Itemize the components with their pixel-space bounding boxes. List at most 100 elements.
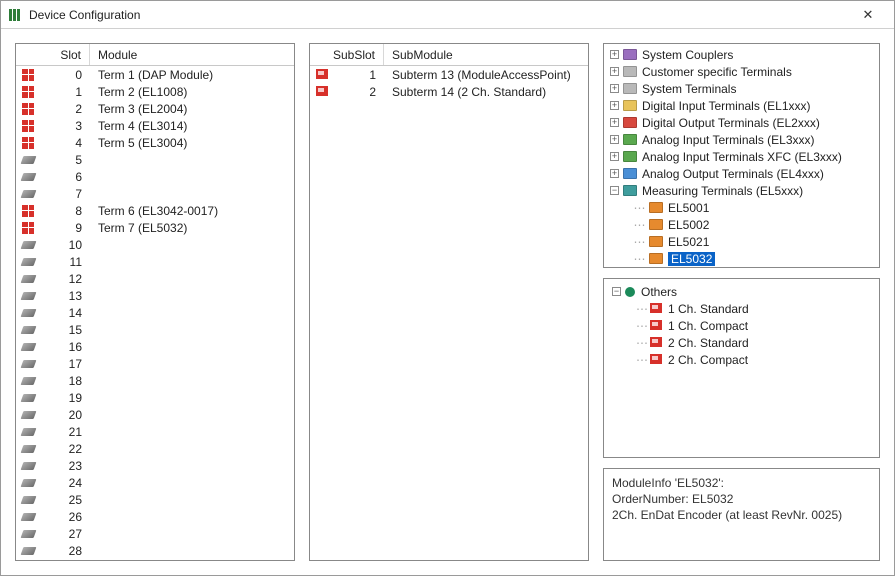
- slots-list[interactable]: 0Term 1 (DAP Module)1Term 2 (EL1008)2Ter…: [16, 66, 294, 560]
- slot-number: 12: [40, 272, 90, 286]
- expand-icon[interactable]: +: [608, 48, 621, 61]
- tree-node[interactable]: ⋯1 Ch. Standard: [610, 300, 875, 317]
- table-row[interactable]: 23: [16, 457, 294, 474]
- module-name: Term 2 (EL1008): [90, 85, 294, 99]
- slot-number: 8: [40, 204, 90, 218]
- subslots-list[interactable]: 1Subterm 13 (ModuleAccessPoint)2Subterm …: [310, 66, 588, 560]
- subslots-panel: SubSlot SubModule 1Subterm 13 (ModuleAcc…: [309, 43, 589, 561]
- expand-icon[interactable]: +: [608, 82, 621, 95]
- table-row[interactable]: 5: [16, 151, 294, 168]
- others-tree[interactable]: −Others⋯1 Ch. Standard⋯1 Ch. Compact⋯2 C…: [604, 279, 879, 372]
- tree-node-label: Analog Input Terminals XFC (EL3xxx): [642, 150, 842, 164]
- catalog-tree-box: +System Couplers+Customer specific Termi…: [603, 43, 880, 268]
- module-icon: [16, 86, 40, 98]
- slots-header-module[interactable]: Module: [90, 44, 294, 65]
- others-title: Others: [641, 285, 677, 299]
- tree-node[interactable]: − Others: [610, 283, 875, 300]
- subslots-header-subslot[interactable]: SubSlot: [334, 44, 384, 65]
- subslots-header-icon[interactable]: [310, 44, 334, 65]
- tree-node-label: Customer specific Terminals: [642, 65, 792, 79]
- tree-node[interactable]: +Digital Input Terminals (EL1xxx): [606, 97, 879, 114]
- table-row[interactable]: 14: [16, 304, 294, 321]
- table-row[interactable]: 17: [16, 355, 294, 372]
- slots-header-icon[interactable]: [16, 44, 40, 65]
- slot-number: 1: [40, 85, 90, 99]
- table-row[interactable]: 26: [16, 508, 294, 525]
- table-row[interactable]: 1Term 2 (EL1008): [16, 83, 294, 100]
- tree-node[interactable]: ⋯EL5032: [606, 250, 879, 267]
- table-row[interactable]: 1Subterm 13 (ModuleAccessPoint): [310, 66, 588, 83]
- table-row[interactable]: 6: [16, 168, 294, 185]
- tree-node[interactable]: + Customer specific Terminals: [606, 63, 879, 80]
- tree-node[interactable]: ⋯EL5002: [606, 216, 879, 233]
- slot-number: 17: [40, 357, 90, 371]
- table-row[interactable]: 9Term 7 (EL5032): [16, 219, 294, 236]
- tree-node[interactable]: ⋯EL5001: [606, 199, 879, 216]
- tree-node[interactable]: +System Terminals: [606, 80, 879, 97]
- expand-icon[interactable]: +: [608, 150, 621, 163]
- expand-icon[interactable]: −: [608, 184, 621, 197]
- table-row[interactable]: 7: [16, 185, 294, 202]
- tree-node[interactable]: +Digital Output Terminals (EL2xxx): [606, 114, 879, 131]
- table-row[interactable]: 20: [16, 406, 294, 423]
- empty-slot-icon: [16, 241, 40, 249]
- table-row[interactable]: 24: [16, 474, 294, 491]
- table-row[interactable]: 8Term 6 (EL3042-0017): [16, 202, 294, 219]
- empty-slot-icon: [16, 547, 40, 555]
- table-row[interactable]: 19: [16, 389, 294, 406]
- empty-slot-icon: [16, 377, 40, 385]
- table-row[interactable]: 10: [16, 236, 294, 253]
- tree-connector: ⋯: [636, 319, 647, 333]
- table-row[interactable]: 13: [16, 287, 294, 304]
- table-row[interactable]: 16: [16, 338, 294, 355]
- table-row[interactable]: 18: [16, 372, 294, 389]
- subslot-number: 1: [334, 68, 384, 82]
- catalog-tree[interactable]: +System Couplers+Customer specific Termi…: [604, 44, 879, 267]
- tree-node[interactable]: +Analog Output Terminals (EL4xxx): [606, 165, 879, 182]
- slots-header: Slot Module: [16, 44, 294, 66]
- expand-icon[interactable]: +: [608, 133, 621, 146]
- tree-node[interactable]: ⋯EL5021: [606, 233, 879, 250]
- tree-node[interactable]: −Measuring Terminals (EL5xxx): [606, 182, 879, 199]
- module-name: Term 5 (EL3004): [90, 136, 294, 150]
- slot-number: 3: [40, 119, 90, 133]
- expand-icon[interactable]: −: [610, 285, 623, 298]
- slot-number: 9: [40, 221, 90, 235]
- others-item-label: 1 Ch. Compact: [668, 319, 748, 333]
- table-row[interactable]: 15: [16, 321, 294, 338]
- table-row[interactable]: 2Term 3 (EL2004): [16, 100, 294, 117]
- expand-icon[interactable]: +: [608, 116, 621, 129]
- expand-icon[interactable]: +: [608, 167, 621, 180]
- table-row[interactable]: 11: [16, 253, 294, 270]
- submodule-icon: [650, 303, 662, 315]
- table-row[interactable]: 27: [16, 525, 294, 542]
- expand-icon[interactable]: +: [608, 99, 621, 112]
- slots-header-slot[interactable]: Slot: [40, 44, 90, 65]
- tree-node[interactable]: + Analog Input Terminals XFC (EL3xxx): [606, 148, 879, 165]
- table-row[interactable]: 3Term 4 (EL3014): [16, 117, 294, 134]
- app-icon: [7, 7, 23, 23]
- module-icon: [16, 69, 40, 81]
- table-row[interactable]: 4Term 5 (EL3004): [16, 134, 294, 151]
- tree-node[interactable]: ⋯2 Ch. Standard: [610, 334, 875, 351]
- tree-node[interactable]: ⋯ 1 Ch. Compact: [610, 317, 875, 334]
- expand-icon[interactable]: +: [608, 65, 621, 78]
- table-row[interactable]: 21: [16, 423, 294, 440]
- table-row[interactable]: 28: [16, 542, 294, 559]
- table-row[interactable]: 12: [16, 270, 294, 287]
- tree-node[interactable]: ⋯2 Ch. Compact: [610, 351, 875, 368]
- tree-connector: ⋯: [636, 353, 647, 367]
- slot-number: 26: [40, 510, 90, 524]
- close-button[interactable]: ✕: [848, 1, 888, 28]
- slot-number: 25: [40, 493, 90, 507]
- empty-slot-icon: [16, 275, 40, 283]
- tree-node[interactable]: +System Couplers: [606, 46, 879, 63]
- table-row[interactable]: 0Term 1 (DAP Module): [16, 66, 294, 83]
- module-icon: [16, 222, 40, 234]
- subslots-header-submodule[interactable]: SubModule: [384, 44, 588, 65]
- table-row[interactable]: 25: [16, 491, 294, 508]
- titlebar: Device Configuration ✕: [1, 1, 894, 29]
- table-row[interactable]: 22: [16, 440, 294, 457]
- tree-node[interactable]: +Analog Input Terminals (EL3xxx): [606, 131, 879, 148]
- table-row[interactable]: 2Subterm 14 (2 Ch. Standard): [310, 83, 588, 100]
